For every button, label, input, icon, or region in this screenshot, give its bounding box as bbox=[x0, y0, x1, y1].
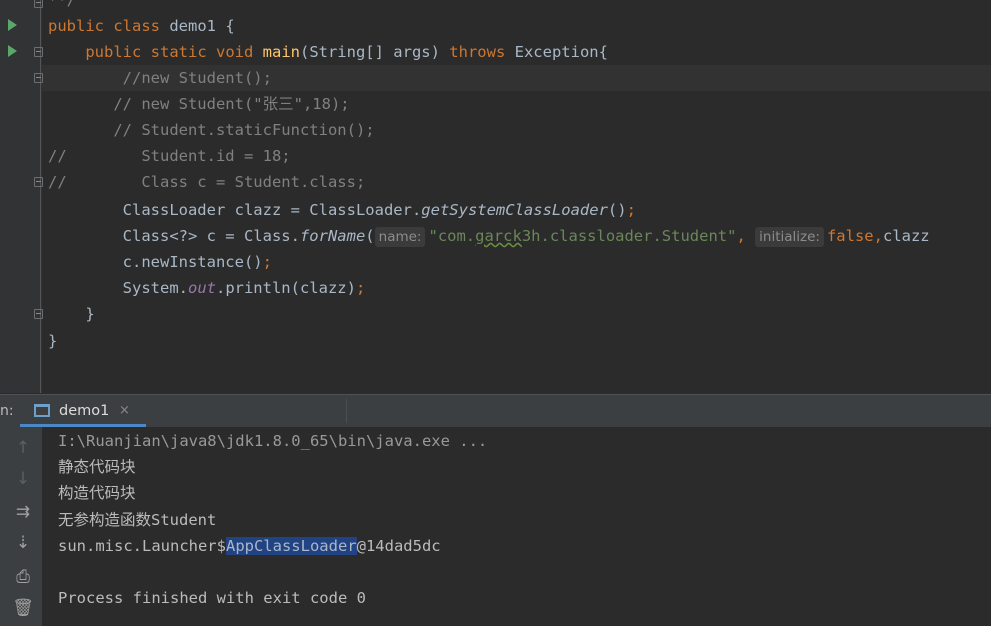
tab-divider bbox=[346, 399, 347, 423]
code-editor[interactable]: **/ public class demo1 { public static vo… bbox=[0, 0, 991, 393]
code-line[interactable]: public class demo1 { bbox=[48, 13, 235, 39]
code-token: false bbox=[826, 227, 874, 245]
tab-demo1[interactable]: demo1 × bbox=[20, 395, 146, 427]
code-line[interactable]: // new Student("张三",18); bbox=[48, 91, 350, 117]
print-icon[interactable]: ⎙ bbox=[12, 566, 34, 588]
console-exit-message: Process finished with exit code 0 bbox=[58, 589, 366, 607]
console-icon bbox=[34, 404, 50, 417]
run-window-label: n: bbox=[0, 403, 14, 419]
code-line[interactable]: // Class c = Student.class; bbox=[48, 169, 365, 195]
console-line: 静态代码块 bbox=[58, 458, 136, 476]
code-line[interactable]: } bbox=[48, 328, 57, 354]
code-token: forName bbox=[299, 227, 366, 245]
code-line[interactable]: } bbox=[48, 301, 95, 327]
gutter-separator bbox=[40, 0, 41, 393]
code-line[interactable]: public static void main(String[] args) t… bbox=[48, 39, 608, 65]
fold-icon[interactable] bbox=[34, 0, 43, 8]
code-token: public bbox=[48, 17, 114, 35]
code-token: } bbox=[48, 305, 95, 323]
console-line: 构造代码块 bbox=[58, 484, 136, 502]
soft-wrap-icon[interactable]: ⇉ bbox=[12, 501, 34, 523]
console-output[interactable]: I:\Ruanjian\java8\jdk1.8.0_65\bin\java.e… bbox=[42, 427, 991, 626]
editor-gutter bbox=[0, 0, 42, 393]
scroll-to-end-icon[interactable]: ⇣ bbox=[12, 532, 34, 554]
code-token: public bbox=[48, 43, 151, 61]
fold-icon[interactable] bbox=[34, 47, 43, 57]
code-token: // Student.id = 18; bbox=[48, 147, 291, 165]
code-token: "com. bbox=[428, 227, 476, 245]
code-token: getSystemClassLoader bbox=[421, 201, 608, 219]
code-token: garck bbox=[475, 227, 522, 245]
console-toolbar: ↑ ↓ ⇉ ⇣ ⎙ 🗑 bbox=[0, 427, 42, 626]
console-java-path: I:\Ruanjian\java8\jdk1.8.0_65\bin\java.e… bbox=[58, 432, 488, 450]
close-tab-icon[interactable]: × bbox=[119, 395, 130, 427]
tab-label: demo1 bbox=[59, 403, 110, 419]
code-line[interactable]: // Student.staticFunction(); bbox=[48, 117, 375, 143]
run-tool-window-header: n: demo1 × bbox=[0, 394, 991, 427]
code-token: Class<?> c = Class. bbox=[48, 227, 300, 245]
code-token: out bbox=[187, 279, 216, 297]
trash-icon[interactable]: 🗑 bbox=[12, 597, 34, 619]
code-token: **/ bbox=[48, 0, 76, 9]
up-arrow-icon[interactable]: ↑ bbox=[12, 437, 34, 459]
run-class-icon[interactable] bbox=[8, 19, 17, 31]
code-token: demo1 { bbox=[169, 17, 235, 35]
code-token: } bbox=[48, 332, 58, 350]
code-token: , bbox=[736, 227, 756, 245]
run-main-icon[interactable] bbox=[8, 45, 17, 57]
console-line-classloader: sun.misc.Launcher$AppClassLoader@14dad5d… bbox=[58, 533, 441, 559]
code-token: () bbox=[607, 201, 627, 219]
code-token: void bbox=[215, 43, 263, 61]
code-token: ( bbox=[365, 227, 375, 245]
classloader-prefix: sun.misc.Launcher$ bbox=[58, 537, 226, 555]
code-token: // new Student("张三",18); bbox=[48, 95, 350, 113]
code-token: System. bbox=[48, 279, 188, 297]
code-token: ; bbox=[355, 279, 366, 297]
selected-text[interactable]: AppClassLoader bbox=[225, 537, 357, 555]
parameter-hint: initialize: bbox=[755, 227, 824, 247]
code-line[interactable]: //new Student(); bbox=[48, 65, 272, 91]
down-arrow-icon[interactable]: ↓ bbox=[12, 468, 34, 490]
fold-icon[interactable] bbox=[34, 177, 43, 187]
classloader-hash: @14dad5dc bbox=[356, 537, 441, 555]
code-line[interactable]: // Student.id = 18; bbox=[48, 143, 291, 169]
code-line[interactable]: System.out.println(clazz); bbox=[48, 275, 366, 301]
code-token: 3h.classloader.Student" bbox=[521, 227, 737, 245]
fold-icon[interactable] bbox=[34, 73, 43, 83]
code-token: c.newInstance() bbox=[48, 253, 263, 271]
code-line[interactable]: Class<?> c = Class.forName(name: "com.gar… bbox=[48, 223, 930, 249]
code-token: // Student.staticFunction(); bbox=[48, 121, 375, 139]
code-token: class bbox=[113, 17, 170, 35]
parameter-hint: name: bbox=[374, 227, 426, 247]
code-token: //new Student(); bbox=[48, 69, 272, 87]
fold-icon[interactable] bbox=[34, 309, 43, 319]
code-token: , bbox=[873, 227, 883, 245]
code-token: // Class c = Student.class; bbox=[48, 173, 366, 191]
console-line: 无参构造函数Student bbox=[58, 511, 217, 529]
code-token: main bbox=[262, 43, 300, 61]
code-token: ; bbox=[626, 201, 636, 219]
code-token: throws bbox=[449, 43, 515, 61]
code-line[interactable]: c.newInstance(); bbox=[48, 249, 272, 275]
code-token: static bbox=[150, 43, 216, 61]
code-line[interactable]: ClassLoader clazz = ClassLoader.getSyste… bbox=[48, 197, 636, 223]
code-token: (String[] args) bbox=[299, 43, 450, 61]
code-token: Exception{ bbox=[514, 43, 608, 61]
code-token: ; bbox=[262, 253, 272, 271]
code-token: clazz bbox=[882, 227, 930, 245]
code-token: .println(clazz) bbox=[215, 279, 356, 297]
code-token: ClassLoader clazz = ClassLoader. bbox=[48, 201, 422, 219]
code-line[interactable]: **/ bbox=[48, 0, 76, 13]
